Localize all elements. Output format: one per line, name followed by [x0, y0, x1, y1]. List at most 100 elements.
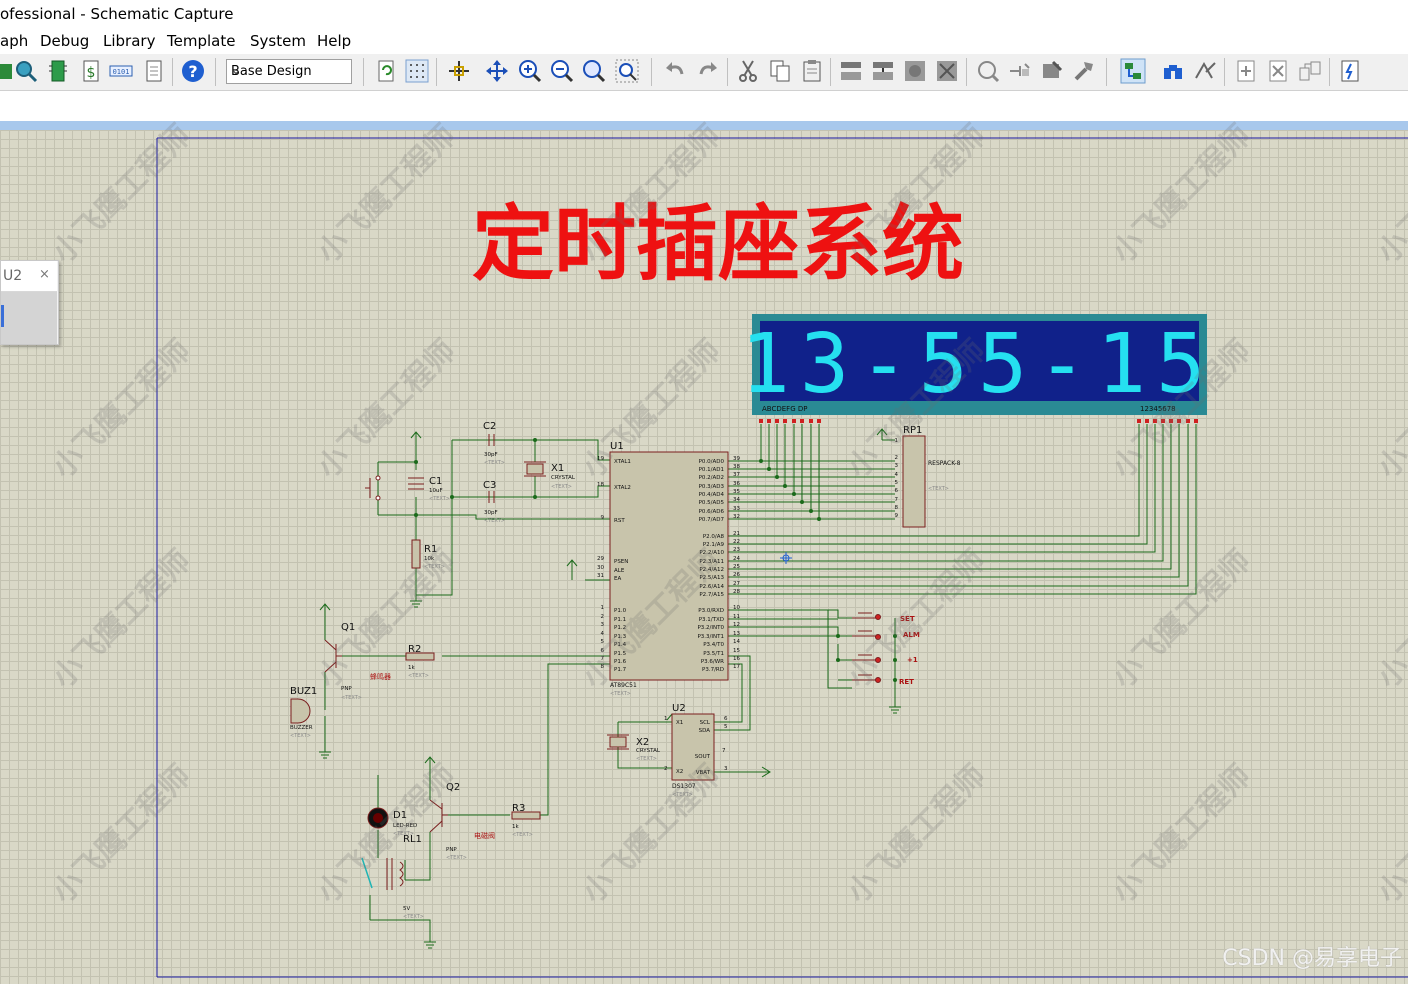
packaging-tool-icon[interactable] [1039, 58, 1065, 84]
x2-crystal[interactable]: X2 CRYSTAL <TEXT> [607, 734, 661, 762]
button-alm[interactable]: ALM [852, 630, 920, 640]
c2-capacitor[interactable]: C2 30pF <TEXT> [483, 421, 505, 466]
u2-pin-number: 1 [664, 716, 668, 722]
u2-text: <TEXT> [672, 792, 693, 798]
u1-pin-name: P3.3/INT1 [697, 634, 724, 640]
rp1-resistor-pack[interactable]: RP1 RESPACK-8 <TEXT> [902, 425, 961, 528]
seven-segment-display[interactable]: 13-55-15 ABCDEFG DP 12345678 [741, 314, 1216, 415]
u1-pin-name: P3.7/RD [702, 667, 724, 673]
component-preview-panel[interactable]: U2 × [0, 260, 59, 345]
help-icon[interactable]: ? [180, 58, 206, 84]
paste-icon[interactable] [799, 58, 825, 84]
chip-icon[interactable] [45, 58, 71, 84]
button-ret-label: RET [899, 678, 914, 686]
undo-icon[interactable] [662, 58, 688, 84]
refresh-icon[interactable] [373, 58, 399, 84]
pick-device-icon[interactable] [975, 58, 1001, 84]
x1-ref: X1 [551, 463, 564, 474]
u1-pin-number: 9 [601, 515, 605, 521]
bill-of-materials-icon[interactable]: $ [78, 58, 104, 84]
u2-pin-name: X1 [676, 720, 683, 726]
origin-icon[interactable] [446, 58, 472, 84]
d1-led[interactable]: D1 LED-RED <TEXT> [367, 807, 417, 837]
menu-debug[interactable]: Debug [40, 32, 89, 50]
menu-bar: aph Debug Library Template System Help [0, 30, 1408, 54]
sheet-tab-bar [0, 121, 1408, 130]
decompose-icon[interactable] [1071, 58, 1097, 84]
x2-part: CRYSTAL [636, 748, 661, 754]
menu-system[interactable]: System [250, 32, 306, 50]
q1-transistor[interactable]: Q1 PNP <TEXT> [324, 622, 362, 701]
svg-text:<TEXT>: <TEXT> [424, 564, 445, 570]
svg-text:<TEXT>: <TEXT> [512, 832, 533, 838]
u1-pin-number: 1 [601, 605, 605, 611]
rl1-relay[interactable]: RL1 5V <TEXT> [361, 834, 424, 920]
menu-help[interactable]: Help [317, 32, 351, 50]
u2-pin-number: 3 [724, 766, 728, 772]
rp1-pin-number: 4 [895, 472, 899, 478]
u1-pin-name: P0.3/AD3 [699, 484, 725, 490]
c1-ref: C1 [429, 476, 442, 487]
c1-capacitor[interactable]: C1 10uF <TEXT> [408, 476, 450, 502]
property-assignment-icon[interactable] [1192, 58, 1218, 84]
block-copy-icon[interactable] [838, 58, 864, 84]
display-pin-markers [759, 419, 1198, 423]
display-digit-label: 12345678 [1140, 405, 1176, 413]
copy-icon[interactable] [767, 58, 793, 84]
menu-library[interactable]: Library [103, 32, 155, 50]
r2-ref: R2 [408, 644, 421, 655]
svg-text:$: $ [87, 65, 96, 81]
document-icon[interactable] [141, 58, 167, 84]
u2-rtc[interactable]: U2 DS1307 <TEXT> [671, 703, 715, 798]
new-sheet-icon[interactable] [1233, 58, 1259, 84]
button-plus-one[interactable]: +1 [852, 654, 918, 664]
u1-pin-name: P1.7 [614, 667, 627, 673]
button-alm-label: ALM [903, 631, 920, 639]
u1-pin-number: 37 [733, 472, 740, 478]
remove-sheet-icon[interactable] [1265, 58, 1291, 84]
buz1-buzzer[interactable]: BUZ1 BUZZER <TEXT> [290, 686, 317, 739]
close-icon[interactable]: × [39, 267, 50, 282]
u1-pin-number: 25 [733, 564, 740, 570]
u1-part: AT89C51 [610, 682, 637, 689]
r2-resistor[interactable]: R2 1k <TEXT> 蜂鸣器 [370, 644, 435, 681]
wire-autorouter-icon[interactable] [1120, 58, 1146, 84]
c3-capacitor[interactable]: C3 30pF <TEXT> [483, 480, 505, 524]
c2-val: 30pF [484, 452, 498, 458]
zoom-all-icon[interactable] [581, 58, 607, 84]
block-rotate-icon[interactable] [902, 58, 928, 84]
block-move-icon[interactable] [870, 58, 896, 84]
redo-icon[interactable] [695, 58, 721, 84]
r1-resistor[interactable]: R1 10k <TEXT> [411, 539, 445, 570]
u2-pin-name: VBAT [696, 770, 711, 776]
u2-pin-name: SDA [699, 728, 711, 734]
zoom-in-icon[interactable] [517, 58, 543, 84]
grid-toggle-icon[interactable] [404, 58, 430, 84]
menu-graph[interactable]: aph [0, 32, 28, 50]
zoom-search-icon[interactable] [13, 58, 39, 84]
netlist-icon[interactable]: 0101 [108, 58, 134, 84]
d1-part: LED-RED [393, 823, 417, 829]
zoom-out-icon[interactable] [549, 58, 575, 84]
schematic-canvas[interactable]: 定时插座系统 13-55-15 ABCDEFG DP 12345678 U1 A… [0, 130, 1408, 984]
button-ret[interactable]: RET [852, 674, 914, 686]
cut-icon[interactable] [735, 58, 761, 84]
u1-pin-number: 2 [601, 614, 605, 620]
main-toolbar: $ 0101 ? Base Design ⌄ [0, 54, 1408, 91]
make-device-icon[interactable] [1007, 58, 1033, 84]
design-variant-select[interactable]: Base Design ⌄ [226, 59, 352, 84]
footer-credit: CSDN @易享电子 [1222, 946, 1402, 971]
u1-pin-number: 39 [733, 456, 740, 462]
zoom-area-icon[interactable] [614, 58, 640, 84]
q2-transistor[interactable]: Q2 PNP <TEXT> [429, 782, 467, 861]
search-component-icon[interactable] [1160, 58, 1186, 84]
report-icon[interactable] [1337, 58, 1363, 84]
u1-pin-number: 18 [597, 482, 604, 488]
exit-to-parent-icon[interactable] [1297, 58, 1323, 84]
block-delete-icon[interactable] [934, 58, 960, 84]
button-set[interactable]: SET [852, 612, 915, 623]
menu-template[interactable]: Template [167, 32, 235, 50]
r3-resistor[interactable]: R3 1k <TEXT> 电磁阀 [474, 803, 541, 840]
pan-icon[interactable] [484, 58, 510, 84]
x1-crystal[interactable]: X1 CRYSTAL <TEXT> [524, 461, 576, 490]
